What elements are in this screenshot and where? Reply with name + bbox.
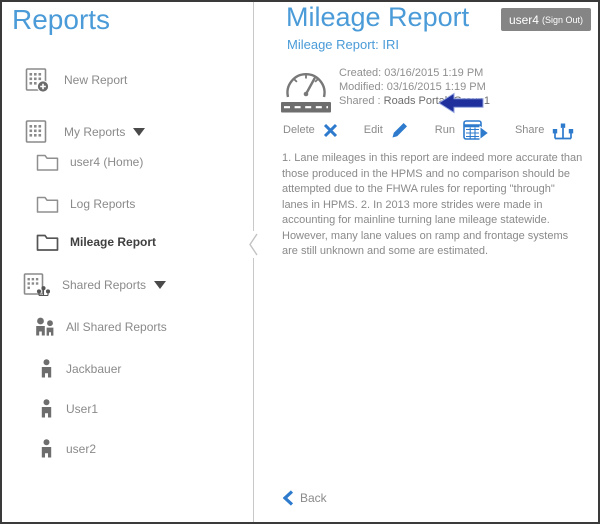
sidebar-item-label: user4 (Home) (70, 155, 143, 169)
mileage-gauge-road-icon (281, 66, 331, 119)
folder-icon (36, 233, 59, 252)
sidebar-item-user4-home[interactable]: user4 (Home) (36, 147, 143, 177)
reports-icon (24, 119, 50, 145)
collapse-triangle-icon[interactable] (154, 281, 166, 289)
app-window: Reports New Report (0, 0, 600, 524)
sidebar-item-new-report[interactable]: New Report (24, 65, 127, 95)
folder-icon (36, 195, 59, 214)
new-report-icon (24, 67, 50, 93)
sidebar-item-log-reports[interactable]: Log Reports (36, 189, 135, 219)
person-icon (40, 359, 53, 379)
sidebar-item-label: Mileage Report (70, 235, 156, 249)
annotation-arrow-left-icon (438, 92, 484, 119)
action-toolbar: Delete Edit Run (283, 118, 574, 142)
share-button[interactable]: Share (515, 121, 574, 140)
sidebar-item-shared-reports[interactable]: Shared Reports (22, 270, 166, 300)
person-icon (40, 399, 53, 419)
sidebar-item-mileage-report[interactable]: Mileage Report (36, 227, 156, 257)
run-report-icon (463, 120, 489, 140)
sidebar-item-my-reports[interactable]: My Reports (24, 117, 145, 147)
sidebar-item-user2[interactable]: user2 (40, 434, 96, 464)
page-title: Mileage Report (286, 2, 469, 33)
folder-icon (36, 153, 59, 172)
edit-button[interactable]: Edit (364, 121, 409, 139)
sidebar-item-label: Jackbauer (66, 362, 121, 376)
report-description: 1. Lane mileages in this report are inde… (282, 151, 583, 260)
sidebar-item-label: New Report (64, 73, 127, 87)
delete-x-icon (323, 123, 338, 138)
back-chevron-icon (283, 490, 293, 506)
user-name: user4 (509, 13, 539, 27)
collapse-triangle-icon[interactable] (133, 128, 145, 136)
sign-out-button[interactable]: user4 (Sign Out) (501, 8, 591, 31)
person-icon (40, 439, 53, 459)
panel-divider (253, 2, 254, 522)
shared-reports-icon (22, 272, 50, 299)
sidebar-item-label: User1 (66, 402, 98, 416)
back-button[interactable]: Back (283, 490, 327, 506)
created-line: Created: 03/16/2015 1:19 PM (339, 66, 490, 80)
sidebar-item-user1[interactable]: User1 (40, 394, 98, 424)
share-network-icon (552, 121, 574, 140)
chevron-left-icon (246, 231, 261, 258)
edit-pencil-icon (391, 121, 409, 139)
sidebar-item-label: All Shared Reports (66, 320, 167, 334)
sidebar-item-label: My Reports (64, 125, 125, 139)
panel-collapse-handle[interactable] (246, 231, 261, 258)
sidebar-item-all-shared-reports[interactable]: All Shared Reports (33, 312, 167, 342)
sidebar-item-label: Shared Reports (62, 278, 146, 292)
page-subtitle: Mileage Report: IRI (287, 37, 399, 52)
sidebar-item-label: Log Reports (70, 197, 135, 211)
delete-button[interactable]: Delete (283, 123, 338, 138)
sidebar-item-label: user2 (66, 442, 96, 456)
sidebar-title: Reports (12, 4, 110, 36)
run-button[interactable]: Run (435, 120, 489, 140)
people-icon (33, 317, 56, 338)
sign-out-label: (Sign Out) (542, 15, 583, 25)
sidebar-item-jackbauer[interactable]: Jackbauer (40, 354, 121, 384)
